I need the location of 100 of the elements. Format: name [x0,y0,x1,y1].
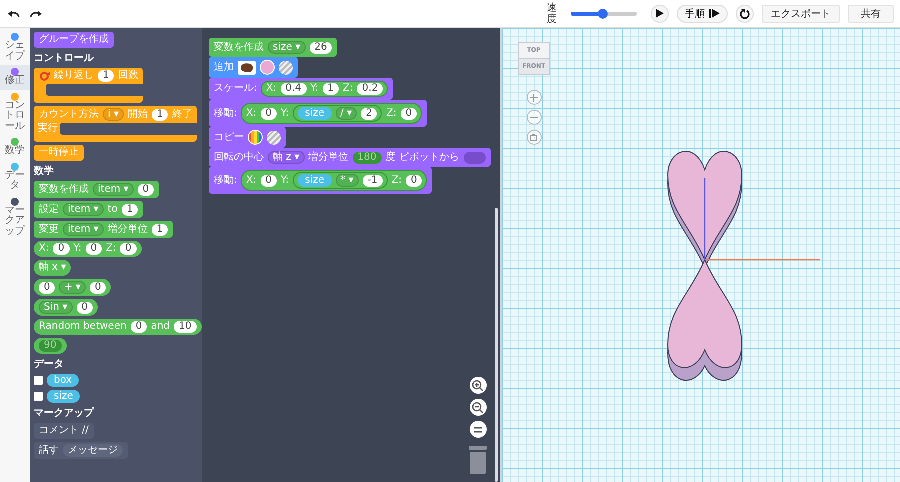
block-label: 設定 [39,204,59,216]
number-field[interactable]: 0 [406,174,422,186]
category-item[interactable]: 数学 [0,135,30,160]
code-block[interactable]: コピー [209,127,286,148]
block-label: 変更 [39,224,59,236]
speed-slider[interactable] [571,12,637,16]
code-block[interactable]: 設定 item ▾ to 1 [34,201,144,218]
number-field[interactable]: 0 [260,174,277,186]
reporter-block[interactable]: size * ▾ -1 [293,172,388,189]
reset-zoom-button[interactable] [470,421,486,438]
block-label: Y: [280,108,290,120]
rainbow-swatch[interactable] [248,130,263,145]
code-block[interactable]: グループを作成 [34,32,114,48]
number-field[interactable]: 10 [174,321,197,333]
block-label: コピー [214,132,244,144]
category-label: 数学 [5,146,25,156]
reporter-block[interactable]: X: 0 Y: size / ▾ 2 Z: 0 [241,103,422,124]
number-field[interactable]: 0 [90,282,106,294]
zoom-out-button[interactable] [470,399,486,416]
reporter-block[interactable]: 0 + ▾ 0 [34,279,112,296]
reporter-block[interactable]: size / ▾ 2 [293,105,382,122]
block-label: 繰り返し [54,70,94,82]
fit-view-button[interactable] [526,130,542,145]
number-field[interactable]: 0 [130,321,148,333]
c-block[interactable]: カウント方法 i ▾ 開始 1 終了 実行 [34,106,198,142]
block-label: ピボットから [400,152,460,164]
reporter-block[interactable]: X: 0 Y: size * ▾ -1 Z: 0 [241,170,428,191]
number-field[interactable]: -1 [362,174,383,186]
number-field[interactable]: 0 [260,108,277,120]
section-heading: データ [34,358,65,371]
number-field[interactable]: 1 [98,70,114,82]
message-field[interactable]: メッセージ [63,444,123,457]
block-label: X: [266,83,277,95]
number-field[interactable]: 26 [310,42,332,54]
texture-swatch[interactable] [279,60,293,74]
block-label: 一時停止 [39,147,79,159]
reporter-block[interactable]: X: 0.4 Y: 1 Z: 0.2 [261,81,388,97]
code-block[interactable]: コメント // [34,423,94,439]
category-item[interactable]: 修正 [0,65,30,90]
c-block[interactable]: 繰り返し 1 回数 [34,68,144,103]
number-field[interactable]: 2 [361,108,378,120]
number-field[interactable]: 0 [400,108,418,120]
step-button[interactable]: 手順 [677,4,728,22]
lock-icon [530,134,538,142]
code-block[interactable]: 回転の中心 軸 z ▾ 増分単位 180 度 ピボットから [209,148,491,167]
block-label: カウント方法 [39,108,99,120]
reporter-block[interactable]: X: 0 Y: 0 Z: 0 [34,241,142,257]
number-field[interactable]: 0 [86,243,102,255]
slider-thumb[interactable] [598,8,608,18]
export-button[interactable]: エクスポート [762,4,840,22]
shape-thumbnail[interactable] [238,60,256,74]
equals-icon [473,426,483,434]
number-field[interactable]: 0.4 [280,83,307,95]
code-block[interactable]: 変数を作成 item ▾ 0 [34,181,160,198]
block-label: 移動: [214,174,238,186]
texture-swatch[interactable] [267,130,281,144]
number-field[interactable]: 0 [138,184,154,196]
code-block[interactable]: 話す メッセージ [34,442,128,459]
block-label: 開始 [128,108,148,120]
code-block[interactable]: 移動: X: 0 Y: size / ▾ 2 Z: 0 [209,100,428,127]
category-item[interactable]: コントロール [0,90,30,135]
scrollbar[interactable] [495,208,498,482]
number-field[interactable]: 0.2 [357,83,384,95]
block-label: 実行 [38,123,58,135]
block-label: 回数 [118,70,138,82]
number-field[interactable]: 0 [53,243,70,255]
category-item[interactable]: シェイプ [0,30,30,65]
code-block[interactable]: 変数を作成 size ▾ 26 [209,38,338,57]
block-label: Z: [392,174,402,186]
block-label: 度 [386,152,396,164]
category-item[interactable]: データ [0,160,30,194]
block-label: Y: [74,243,82,255]
play-button[interactable] [651,4,669,22]
number-field[interactable]: 0 [120,243,137,255]
section-heading: コントロール [34,52,96,65]
block-label: 移動: [214,108,238,120]
number-field[interactable]: 0 [39,282,56,294]
trash-icon[interactable] [468,446,488,474]
block-label: グループを作成 [39,34,109,46]
reset-button[interactable] [736,4,754,22]
number-field[interactable]: 1 [152,224,168,236]
number-field[interactable]: 1 [322,83,340,95]
number-field[interactable]: 0 [76,302,94,314]
code-block[interactable]: スケール: X: 0.4 Y: 1 Z: 0.2 [209,78,394,100]
checkbox[interactable] [34,392,43,401]
reporter-block[interactable]: Sin ▾ 0 [34,299,98,316]
number-field[interactable]: 1 [122,204,138,216]
code-block[interactable]: 移動: X: 0 Y: size * ▾ -1 Z: 0 [209,167,432,194]
code-block[interactable]: 変更 item ▾ 増分単位 1 [34,221,174,238]
redo-icon[interactable] [30,10,42,18]
dropdown[interactable]: 軸 z ▾ [268,151,305,164]
block-label: 増分単位 [308,152,349,164]
share-button[interactable]: 共有 [848,4,894,22]
zoom-in-button[interactable] [470,377,486,394]
category-item[interactable]: マークアップ [0,194,30,240]
number-field[interactable]: 1 [152,108,168,120]
undo-icon[interactable] [8,10,20,18]
color-swatch[interactable] [260,60,275,75]
reporter-block[interactable]: Random between 0 and 10 [34,319,202,335]
checkbox[interactable] [34,376,43,385]
